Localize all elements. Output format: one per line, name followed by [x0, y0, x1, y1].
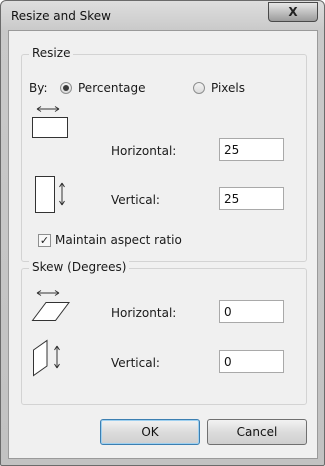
percentage-radio[interactable]	[60, 82, 72, 94]
resize-vertical-label: Vertical:	[111, 193, 160, 207]
percentage-label[interactable]: Percentage	[78, 81, 146, 95]
window-title: Resize and Skew	[11, 9, 111, 23]
pixels-label[interactable]: Pixels	[211, 81, 245, 95]
maintain-aspect-checkbox[interactable]: ✓	[38, 234, 51, 247]
ok-button[interactable]: OK	[100, 419, 200, 445]
close-icon: X	[288, 5, 298, 19]
resize-horizontal-input[interactable]	[219, 138, 284, 161]
skew-horizontal-input[interactable]	[219, 300, 284, 323]
skew-vertical-label: Vertical:	[111, 356, 160, 370]
title-bar[interactable]: Resize and Skew X	[1, 1, 324, 31]
skew-horizontal-label: Horizontal:	[111, 306, 177, 320]
checkmark-icon: ✓	[39, 234, 50, 247]
by-label: By:	[29, 81, 48, 95]
resize-group: Resize By: Percentage Pixels Horizontal:…	[21, 46, 307, 262]
skew-vertical-input[interactable]	[219, 350, 284, 373]
cancel-button[interactable]: Cancel	[207, 419, 307, 445]
dialog-body: Resize By: Percentage Pixels Horizontal:…	[8, 30, 318, 459]
resize-vertical-icon	[35, 176, 65, 213]
resize-skew-dialog: Resize and Skew X Resize By: Percentage …	[0, 0, 325, 466]
skew-vertical-icon	[33, 339, 60, 377]
resize-vertical-input[interactable]	[219, 187, 284, 210]
resize-group-label: Resize	[29, 46, 74, 60]
skew-horizontal-icon	[31, 290, 70, 321]
resize-horizontal-icon	[32, 106, 68, 138]
close-button[interactable]: X	[268, 2, 318, 22]
pixels-radio[interactable]	[193, 82, 205, 94]
maintain-aspect-label[interactable]: Maintain aspect ratio	[55, 233, 182, 247]
skew-group-label: Skew (Degrees)	[29, 260, 130, 274]
skew-group: Skew (Degrees) Horizontal: Vertical:	[21, 260, 307, 405]
resize-horizontal-label: Horizontal:	[111, 144, 177, 158]
